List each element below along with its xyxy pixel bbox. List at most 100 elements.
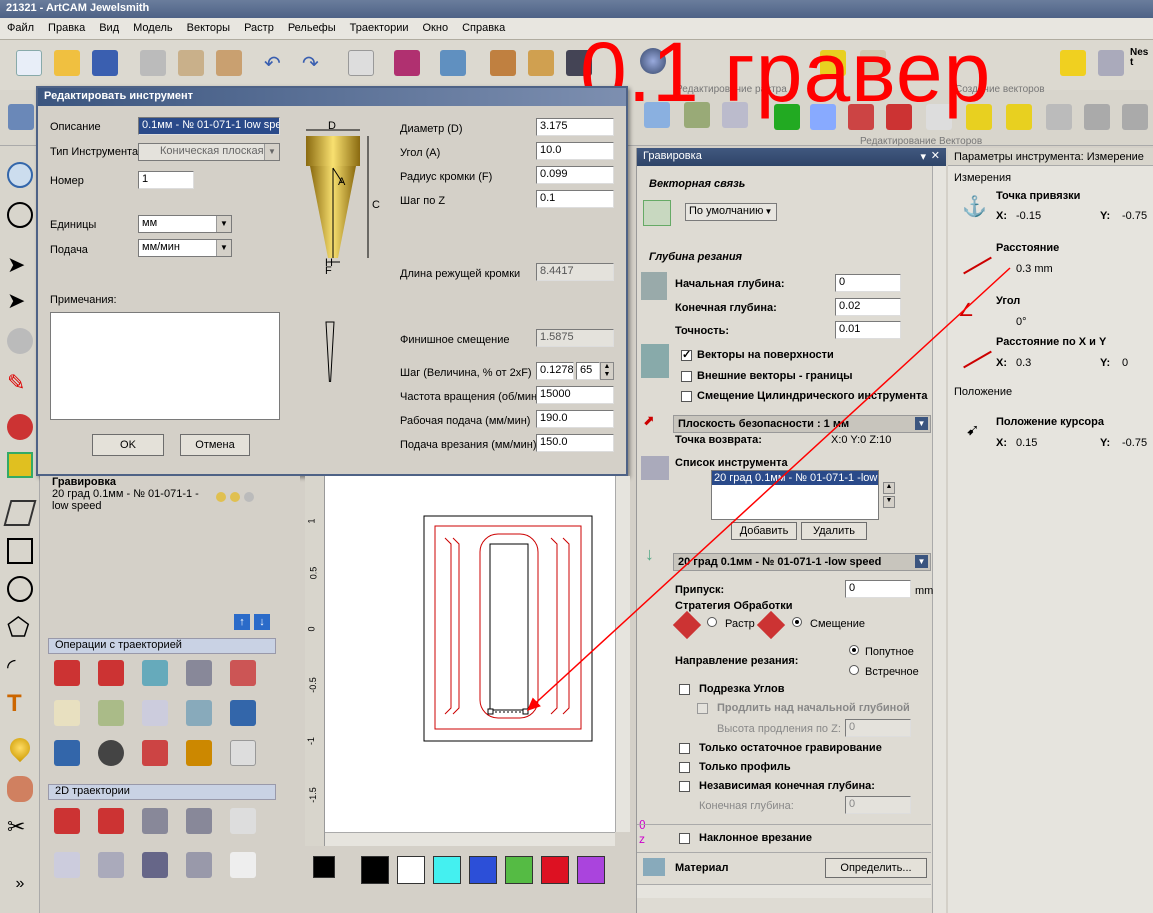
knife-icon[interactable]: ✂ bbox=[7, 816, 33, 842]
precision-input[interactable]: 0.01 bbox=[835, 321, 901, 339]
notes-icon[interactable] bbox=[54, 700, 80, 726]
menu-raster[interactable]: Растр bbox=[237, 18, 281, 38]
save-icon[interactable] bbox=[92, 50, 118, 76]
emboss-icon[interactable] bbox=[142, 852, 168, 878]
bulb-icon[interactable] bbox=[230, 492, 240, 502]
arc-icon[interactable]: ◜ bbox=[7, 656, 33, 682]
new-file-icon[interactable] bbox=[16, 50, 42, 76]
arrow-down-icon[interactable]: ↓ bbox=[254, 614, 270, 630]
circle-icon[interactable] bbox=[7, 576, 33, 602]
area-clear-icon[interactable] bbox=[98, 808, 124, 834]
menu-window[interactable]: Окно bbox=[416, 18, 456, 38]
cancel-button[interactable]: Отмена bbox=[180, 434, 250, 456]
swatch[interactable] bbox=[541, 856, 569, 884]
units-select[interactable]: мм ▼ bbox=[138, 215, 232, 233]
bevel-icon[interactable] bbox=[186, 808, 212, 834]
engraving-hscroll[interactable] bbox=[637, 884, 931, 898]
calc-toolpath-icon[interactable] bbox=[54, 660, 80, 686]
vcarve-icon[interactable] bbox=[142, 808, 168, 834]
redo-icon[interactable]: ↷ bbox=[302, 54, 328, 80]
menu-toolpaths[interactable]: Траектории bbox=[343, 18, 416, 38]
arrow-up-icon[interactable]: ↑ bbox=[234, 614, 250, 630]
tool-list[interactable]: 20 град 0.1мм - № 01-071-1 -low s bbox=[711, 470, 879, 520]
select-arrow-icon[interactable]: ➤ bbox=[7, 254, 33, 280]
radius-input[interactable]: 0.099 bbox=[536, 166, 614, 184]
dots-icon[interactable] bbox=[186, 740, 212, 766]
primary-color[interactable] bbox=[313, 856, 335, 878]
smooth-icon[interactable] bbox=[1046, 104, 1072, 130]
define-material-button[interactable]: Определить... bbox=[825, 858, 927, 878]
outer-vectors-checkbox[interactable] bbox=[681, 371, 692, 382]
move-up-icon[interactable]: ▲ bbox=[883, 482, 895, 494]
globe-icon[interactable] bbox=[7, 202, 33, 228]
node-select-icon[interactable]: ➤ bbox=[7, 290, 33, 316]
bulb-icon[interactable] bbox=[244, 492, 254, 502]
menu-model[interactable]: Модель bbox=[126, 18, 179, 38]
profile-icon[interactable] bbox=[54, 808, 80, 834]
cyl-offset-checkbox[interactable] bbox=[681, 391, 692, 402]
step-percent-input[interactable]: 65 bbox=[576, 362, 600, 380]
vectors-on-surface-checkbox[interactable] bbox=[681, 348, 692, 361]
ok-button[interactable]: OK bbox=[92, 434, 164, 456]
block-icon[interactable] bbox=[142, 700, 168, 726]
swatch[interactable] bbox=[361, 856, 389, 884]
description-input[interactable]: 0.1мм - № 01-071-1 low speed bbox=[138, 117, 280, 135]
offset-radio[interactable] bbox=[792, 617, 802, 627]
open-folder-icon[interactable] bbox=[54, 50, 80, 76]
plunge-feed-input[interactable]: 150.0 bbox=[536, 434, 614, 452]
trim-icon[interactable] bbox=[1122, 104, 1148, 130]
sim-icon[interactable] bbox=[142, 660, 168, 686]
save-toolpath-icon[interactable] bbox=[54, 740, 80, 766]
menu-view[interactable]: Вид bbox=[92, 18, 126, 38]
swatch[interactable] bbox=[433, 856, 461, 884]
expand-chevron-icon[interactable]: » bbox=[7, 876, 33, 902]
move-down-icon[interactable]: ▼ bbox=[883, 496, 895, 508]
angle-input[interactable]: 10.0 bbox=[536, 142, 614, 160]
shape-icon[interactable] bbox=[1060, 50, 1086, 76]
canvas-vscroll[interactable] bbox=[615, 476, 630, 832]
tool-list-item[interactable]: 20 град 0.1мм - № 01-071-1 -low s bbox=[712, 471, 878, 485]
swatch[interactable] bbox=[505, 856, 533, 884]
toolpath-ops-header[interactable]: Операции с траекторией bbox=[48, 638, 276, 654]
bulb-icon[interactable] bbox=[216, 492, 226, 502]
climb-radio[interactable] bbox=[849, 645, 859, 655]
menu-file[interactable]: Файл bbox=[0, 18, 41, 38]
close-icon[interactable]: ✕ bbox=[931, 149, 940, 162]
canvas-hscroll[interactable] bbox=[325, 832, 615, 846]
menu-reliefs[interactable]: Рельефы bbox=[281, 18, 343, 38]
map-icon[interactable] bbox=[230, 740, 256, 766]
step-spinner[interactable]: ▲ ▼ bbox=[600, 362, 614, 380]
rpm-input[interactable]: 15000 bbox=[536, 386, 614, 404]
selected-tool-bar[interactable]: 20 град 0.1мм - № 01-071-1 -low speed ▼ bbox=[673, 553, 931, 571]
bear-icon[interactable] bbox=[490, 50, 516, 76]
zoom-icon[interactable] bbox=[7, 162, 33, 188]
extend-above-checkbox[interactable] bbox=[697, 703, 708, 714]
vector-shape-icon[interactable] bbox=[3, 500, 37, 526]
copy-icon[interactable] bbox=[178, 50, 204, 76]
residual-engrave-checkbox[interactable] bbox=[679, 743, 690, 754]
transform-toolpath-icon[interactable] bbox=[98, 740, 124, 766]
book-icon[interactable] bbox=[394, 50, 420, 76]
end-depth-input[interactable]: 0.02 bbox=[835, 298, 901, 316]
work-feed-input[interactable]: 190.0 bbox=[536, 410, 614, 428]
step-input[interactable]: 0.1278 bbox=[536, 362, 574, 380]
block2-icon[interactable] bbox=[186, 700, 212, 726]
safe-plane-bar[interactable]: Плоскость безопасности : 1 мм ▼ bbox=[673, 415, 931, 433]
pencil-icon[interactable]: ✎ bbox=[7, 372, 33, 398]
menu-vectors[interactable]: Векторы bbox=[180, 18, 237, 38]
sim2-icon[interactable] bbox=[186, 660, 212, 686]
toolpath-info-icon[interactable] bbox=[98, 660, 124, 686]
merge-icon[interactable] bbox=[142, 740, 168, 766]
conventional-radio[interactable] bbox=[849, 665, 859, 675]
drop-icon[interactable] bbox=[5, 733, 35, 763]
raster-radio[interactable] bbox=[707, 617, 717, 627]
swatch[interactable] bbox=[469, 856, 497, 884]
toolpath-icon[interactable] bbox=[7, 452, 33, 478]
paste-icon[interactable] bbox=[216, 50, 242, 76]
block3-icon[interactable] bbox=[230, 700, 256, 726]
final-depth-input[interactable]: 0 bbox=[845, 796, 911, 814]
machine-icon[interactable] bbox=[186, 852, 212, 878]
layers-icon[interactable] bbox=[1098, 50, 1124, 76]
rectangle-icon[interactable] bbox=[7, 538, 33, 564]
batch-icon[interactable] bbox=[230, 660, 256, 686]
